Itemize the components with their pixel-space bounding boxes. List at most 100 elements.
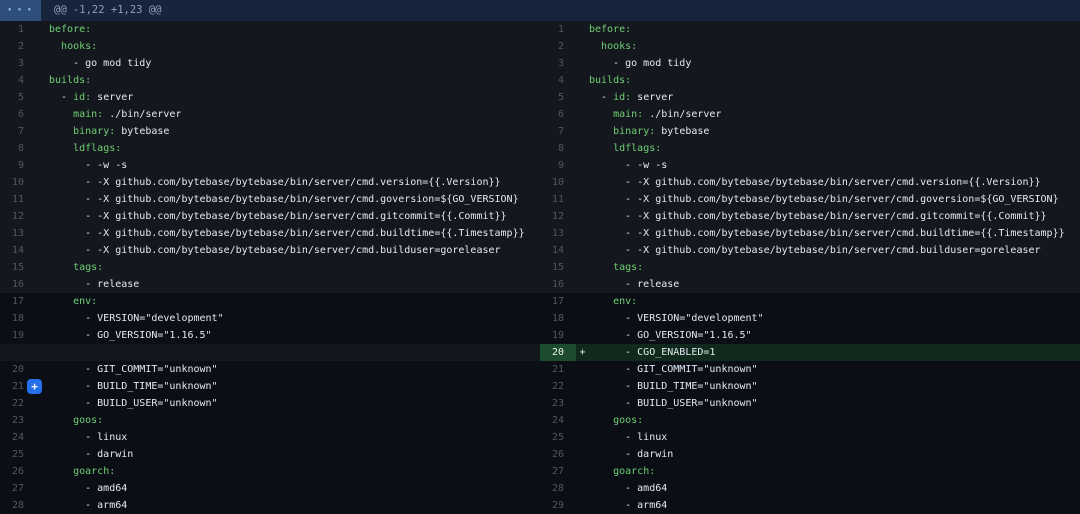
- code-line: hooks:: [49, 38, 97, 55]
- line-number: 15: [0, 259, 36, 276]
- diff-row: 24 - linux: [0, 429, 540, 446]
- expand-hunk-button[interactable]: ···: [0, 0, 41, 21]
- hunk-header: ··· @@ -1,22 +1,23 @@: [0, 0, 1080, 21]
- line-number: 29: [540, 497, 576, 514]
- diff-marker: [576, 463, 589, 480]
- diff-marker: [36, 208, 49, 225]
- diff-row: 8 ldflags:: [0, 140, 540, 157]
- diff-marker: [576, 429, 589, 446]
- diff-marker: [36, 395, 49, 412]
- line-number: 10: [540, 174, 576, 191]
- diff-marker: [576, 89, 589, 106]
- diff-marker: [36, 361, 49, 378]
- code-line: main: ./bin/server: [589, 106, 721, 123]
- line-number: 7: [540, 123, 576, 140]
- line-number: 5: [0, 89, 36, 106]
- diff-marker: [576, 378, 589, 395]
- line-number: 1: [0, 21, 36, 38]
- line-number: 13: [540, 225, 576, 242]
- diff-left-pane: 1before:2 hooks:3 - go mod tidy4builds:5…: [0, 21, 540, 514]
- line-number: 26: [0, 463, 36, 480]
- code-line: before:: [49, 21, 91, 38]
- diff-marker: [36, 242, 49, 259]
- line-number: 15: [540, 259, 576, 276]
- code-line: - CGO_ENABLED=1: [589, 344, 715, 361]
- diff-marker: [36, 225, 49, 242]
- diff-marker: [576, 293, 589, 310]
- diff-marker: [36, 191, 49, 208]
- diff-row: 22 - BUILD_TIME="unknown": [540, 378, 1080, 395]
- diff-marker: [36, 140, 49, 157]
- diff-row: 18 - VERSION="development": [0, 310, 540, 327]
- code-line: - go mod tidy: [49, 55, 151, 72]
- diff-row: 28 - arm64: [0, 497, 540, 514]
- line-number: 11: [540, 191, 576, 208]
- line-number: 26: [540, 446, 576, 463]
- diff-row: 15 tags:: [0, 259, 540, 276]
- diff-row: 17 env:: [540, 293, 1080, 310]
- line-number: 23: [0, 412, 36, 429]
- line-number: 18: [540, 310, 576, 327]
- add-comment-button[interactable]: +: [27, 379, 42, 394]
- diff-row: 10 - -X github.com/bytebase/bytebase/bin…: [0, 174, 540, 191]
- diff-marker: [576, 327, 589, 344]
- diff-row: 15 tags:: [540, 259, 1080, 276]
- code-line: - BUILD_TIME="unknown": [589, 378, 758, 395]
- line-number: 16: [0, 276, 36, 293]
- diff-row-added: 20+ - CGO_ENABLED=1: [540, 344, 1080, 361]
- code-line: goarch:: [49, 463, 115, 480]
- line-number: 21: [540, 361, 576, 378]
- diff-marker: [36, 293, 49, 310]
- diff-row: 20 - GIT_COMMIT="unknown": [0, 361, 540, 378]
- diff-marker: [576, 21, 589, 38]
- code-line: - -X github.com/bytebase/bytebase/bin/se…: [589, 191, 1059, 208]
- line-number: 12: [540, 208, 576, 225]
- diff-marker: [36, 72, 49, 89]
- code-line: - VERSION="development": [589, 310, 764, 327]
- diff-marker: [36, 412, 49, 429]
- diff-marker: [36, 497, 49, 514]
- diff-marker: [36, 174, 49, 191]
- diff-row: 23 goos:: [0, 412, 540, 429]
- code-line: - -X github.com/bytebase/bytebase/bin/se…: [589, 208, 1047, 225]
- code-line: goos:: [49, 412, 103, 429]
- diff-row: 25 - linux: [540, 429, 1080, 446]
- diff-row: 25 - darwin: [0, 446, 540, 463]
- diff-marker: [36, 480, 49, 497]
- code-line: - arm64: [49, 497, 127, 514]
- diff-marker: [36, 106, 49, 123]
- diff-row: 29 - arm64: [540, 497, 1080, 514]
- line-number: 22: [0, 395, 36, 412]
- line-number: 10: [0, 174, 36, 191]
- code-line: goarch:: [589, 463, 655, 480]
- code-line: - GO_VERSION="1.16.5": [49, 327, 212, 344]
- code-line: ldflags:: [589, 140, 661, 157]
- line-number: 22: [540, 378, 576, 395]
- line-number: 25: [0, 446, 36, 463]
- diff-row: 1before:: [540, 21, 1080, 38]
- diff-right-pane: 1before:2 hooks:3 - go mod tidy4builds:5…: [540, 21, 1080, 514]
- diff-marker: [576, 497, 589, 514]
- diff-marker: [576, 395, 589, 412]
- diff-row: 17 env:: [0, 293, 540, 310]
- code-line: before:: [589, 21, 631, 38]
- diff-marker: [36, 123, 49, 140]
- diff-row: 21 - GIT_COMMIT="unknown": [540, 361, 1080, 378]
- diff-row: 6 main: ./bin/server: [0, 106, 540, 123]
- diff-marker: [36, 310, 49, 327]
- diff-marker: [576, 123, 589, 140]
- diff-marker: [576, 208, 589, 225]
- code-line: - -X github.com/bytebase/bytebase/bin/se…: [49, 208, 507, 225]
- diff-row: 9 - -w -s: [540, 157, 1080, 174]
- line-number: 27: [540, 463, 576, 480]
- diff-row: 14 - -X github.com/bytebase/bytebase/bin…: [540, 242, 1080, 259]
- code-line: - GIT_COMMIT="unknown": [49, 361, 218, 378]
- line-number: [0, 344, 36, 361]
- code-line: - arm64: [589, 497, 667, 514]
- line-number: 2: [540, 38, 576, 55]
- code-line: - GO_VERSION="1.16.5": [589, 327, 752, 344]
- diff-marker: [36, 55, 49, 72]
- hunk-range-label: @@ -1,22 +1,23 @@: [54, 0, 161, 21]
- code-line: - BUILD_USER="unknown": [49, 395, 218, 412]
- diff-row: 22 - BUILD_USER="unknown": [0, 395, 540, 412]
